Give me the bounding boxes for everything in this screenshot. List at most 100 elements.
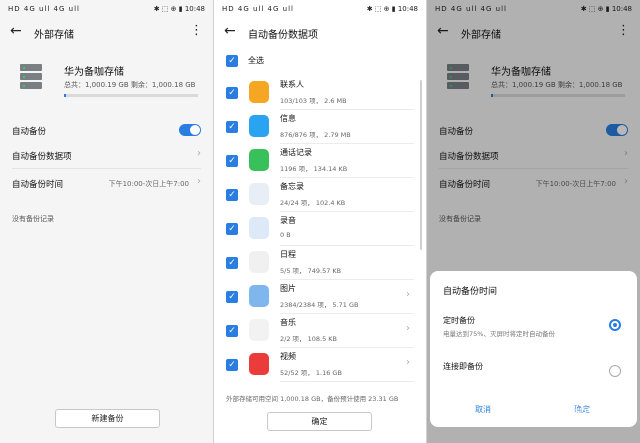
option-subtitle: 电量达到75%、灭屏时将定时自动备份: [443, 330, 555, 338]
status-left: HD 4G ull 4G ull: [222, 5, 294, 13]
list-item[interactable]: ✓ 录音 0 B: [214, 212, 414, 246]
chevron-right-icon: ›: [406, 289, 410, 300]
item-name: 录音: [280, 216, 296, 225]
option-title: 连接即备份: [443, 362, 483, 371]
phone-icon: [249, 149, 269, 171]
chevron-right-icon: ›: [197, 176, 201, 187]
device-capacity: 总共：1,000.19 GB 剩余：1,000.18 GB: [64, 81, 196, 89]
recorder-icon: [249, 217, 269, 239]
back-arrow-icon[interactable]: ←: [10, 23, 22, 39]
backup-time-label: 自动备份时间: [12, 180, 64, 190]
item-name: 日程: [280, 250, 296, 259]
item-meta: 103/103 项， 2.6 MB: [280, 97, 347, 105]
chevron-right-icon: ›: [406, 323, 410, 334]
item-name: 通话记录: [280, 148, 312, 157]
calendar-icon: [249, 251, 269, 273]
status-right: ✱ ⬚ ⊕ ▮ 10:48: [153, 5, 205, 13]
item-meta: 24/24 项， 102.4 KB: [280, 199, 346, 207]
item-meta: 0 B: [280, 231, 291, 239]
confirm-button[interactable]: 确定: [267, 412, 372, 431]
app-bar: ← 外部存储 ⋮: [0, 20, 213, 46]
item-meta: 2/2 项， 108.5 KB: [280, 335, 337, 343]
status-left: HD 4G ull 4G ull: [8, 5, 80, 13]
item-checkbox[interactable]: ✓: [226, 291, 238, 303]
music-icon: [249, 319, 269, 341]
option-title: 定时备份: [443, 316, 475, 325]
gallery-icon: [249, 285, 269, 307]
connect-backup-option[interactable]: 连接即备份: [443, 361, 625, 391]
dialog-title: 自动备份时间: [443, 287, 498, 297]
item-checkbox[interactable]: ✓: [226, 121, 238, 133]
scheduled-backup-radio[interactable]: [609, 319, 621, 331]
device-name: 华为备咖存储: [64, 67, 124, 78]
backup-time-row[interactable]: 自动备份时间 下午10:00-次日上午7:00 ›: [12, 170, 201, 196]
new-backup-button[interactable]: 新建备份: [55, 409, 160, 428]
list-item[interactable]: ✓ 视频 52/52 项， 1.16 GB ›: [214, 348, 414, 382]
item-checkbox[interactable]: ✓: [226, 189, 238, 201]
item-meta: 1196 项， 134.14 KB: [280, 165, 348, 173]
item-name: 图片: [280, 284, 296, 293]
storage-usage-fill: [64, 94, 66, 97]
item-name: 音乐: [280, 318, 296, 327]
item-checkbox[interactable]: ✓: [226, 87, 238, 99]
select-all-label: 全选: [248, 56, 264, 65]
auto-backup-label: 自动备份: [12, 127, 47, 137]
item-name: 视频: [280, 352, 296, 361]
page-title: 外部存储: [34, 30, 74, 41]
item-meta: 2384/2384 项， 5.71 GB: [280, 301, 359, 309]
connect-backup-radio[interactable]: [609, 365, 621, 377]
divider: [12, 168, 201, 169]
app-bar: ← 自动备份数据项: [214, 20, 426, 46]
list-item[interactable]: ✓ 通话记录 1196 项， 134.14 KB: [214, 144, 414, 178]
storage-device-card: 华为备咖存储 总共：1,000.19 GB 剩余：1,000.18 GB: [12, 60, 202, 104]
messages-icon: [249, 115, 269, 137]
external-storage-screen: HD 4G ull 4G ull ✱ ⬚ ⊕ ▮ 10:48 ← 外部存储 ⋮ …: [0, 0, 213, 443]
storage-usage-bar: [64, 94, 198, 97]
item-name: 备忘录: [280, 182, 304, 191]
storage-drive-icon: [20, 64, 42, 92]
backup-data-items-row[interactable]: 自动备份数据项 ›: [12, 142, 201, 168]
watermark-text: 知乎 @高柏飞: [508, 406, 604, 422]
page-title: 自动备份数据项: [248, 30, 318, 41]
scheduled-backup-option[interactable]: 定时备份 电量达到75%、灭屏时将定时自动备份: [443, 315, 625, 345]
scrollbar[interactable]: [420, 80, 422, 250]
auto-backup-row[interactable]: 自动备份: [12, 117, 201, 143]
item-meta: 5/5 项， 749.57 KB: [280, 267, 342, 275]
item-checkbox[interactable]: ✓: [226, 359, 238, 371]
list-item[interactable]: ✓ 日程 5/5 项， 749.57 KB: [214, 246, 414, 280]
item-checkbox[interactable]: ✓: [226, 223, 238, 235]
item-name: 联系人: [280, 80, 304, 89]
list-item[interactable]: ✓ 备忘录 24/24 项， 102.4 KB: [214, 178, 414, 212]
chevron-right-icon: ›: [406, 357, 410, 368]
auto-backup-toggle[interactable]: [179, 124, 201, 136]
item-meta: 876/876 项， 2.79 MB: [280, 131, 351, 139]
backup-data-items-screen: HD 4G ull 4G ull ✱ ⬚ ⊕ ▮ 10:48 ← 自动备份数据项…: [214, 0, 426, 443]
status-bar: HD 4G ull 4G ull ✱ ⬚ ⊕ ▮ 10:48: [214, 0, 426, 18]
status-bar: HD 4G ull 4G ull ✱ ⬚ ⊕ ▮ 10:48: [0, 0, 213, 18]
memo-icon: [249, 183, 269, 205]
item-checkbox[interactable]: ✓: [226, 257, 238, 269]
chevron-right-icon: ›: [197, 148, 201, 159]
cancel-button[interactable]: 取消: [475, 404, 491, 415]
item-checkbox[interactable]: ✓: [226, 325, 238, 337]
divider: [280, 381, 414, 382]
select-all-checkbox[interactable]: ✓: [226, 55, 238, 67]
contacts-icon: [249, 81, 269, 103]
video-icon: [249, 353, 269, 375]
item-checkbox[interactable]: ✓: [226, 155, 238, 167]
list-item[interactable]: ✓ 联系人 103/103 项， 2.6 MB: [214, 76, 414, 110]
back-arrow-icon[interactable]: ←: [224, 23, 236, 39]
item-meta: 52/52 项， 1.16 GB: [280, 369, 342, 377]
no-backup-record: 没有备份记录: [12, 215, 54, 223]
list-item[interactable]: ✓ 图片 2384/2384 项， 5.71 GB ›: [214, 280, 414, 314]
more-options-icon[interactable]: ⋮: [190, 23, 203, 38]
backup-time-dialog-screen: HD 4G ull 4G ull ✱ ⬚ ⊕ ▮ 10:48 ← 外部存储 ⋮ …: [427, 0, 640, 443]
select-all-row[interactable]: ✓ 全选: [226, 54, 406, 70]
list-item[interactable]: ✓ 信息 876/876 项， 2.79 MB: [214, 110, 414, 144]
list-item[interactable]: ✓ 音乐 2/2 项， 108.5 KB ›: [214, 314, 414, 348]
storage-estimate-note: 外部存储可用空间 1,000.18 GB，备份预计使用 23.31 GB: [226, 395, 399, 403]
item-name: 信息: [280, 114, 296, 123]
backup-time-value: 下午10:00-次日上午7:00: [108, 180, 189, 188]
backup-data-items-label: 自动备份数据项: [12, 152, 72, 162]
status-right: ✱ ⬚ ⊕ ▮ 10:48: [366, 5, 418, 13]
